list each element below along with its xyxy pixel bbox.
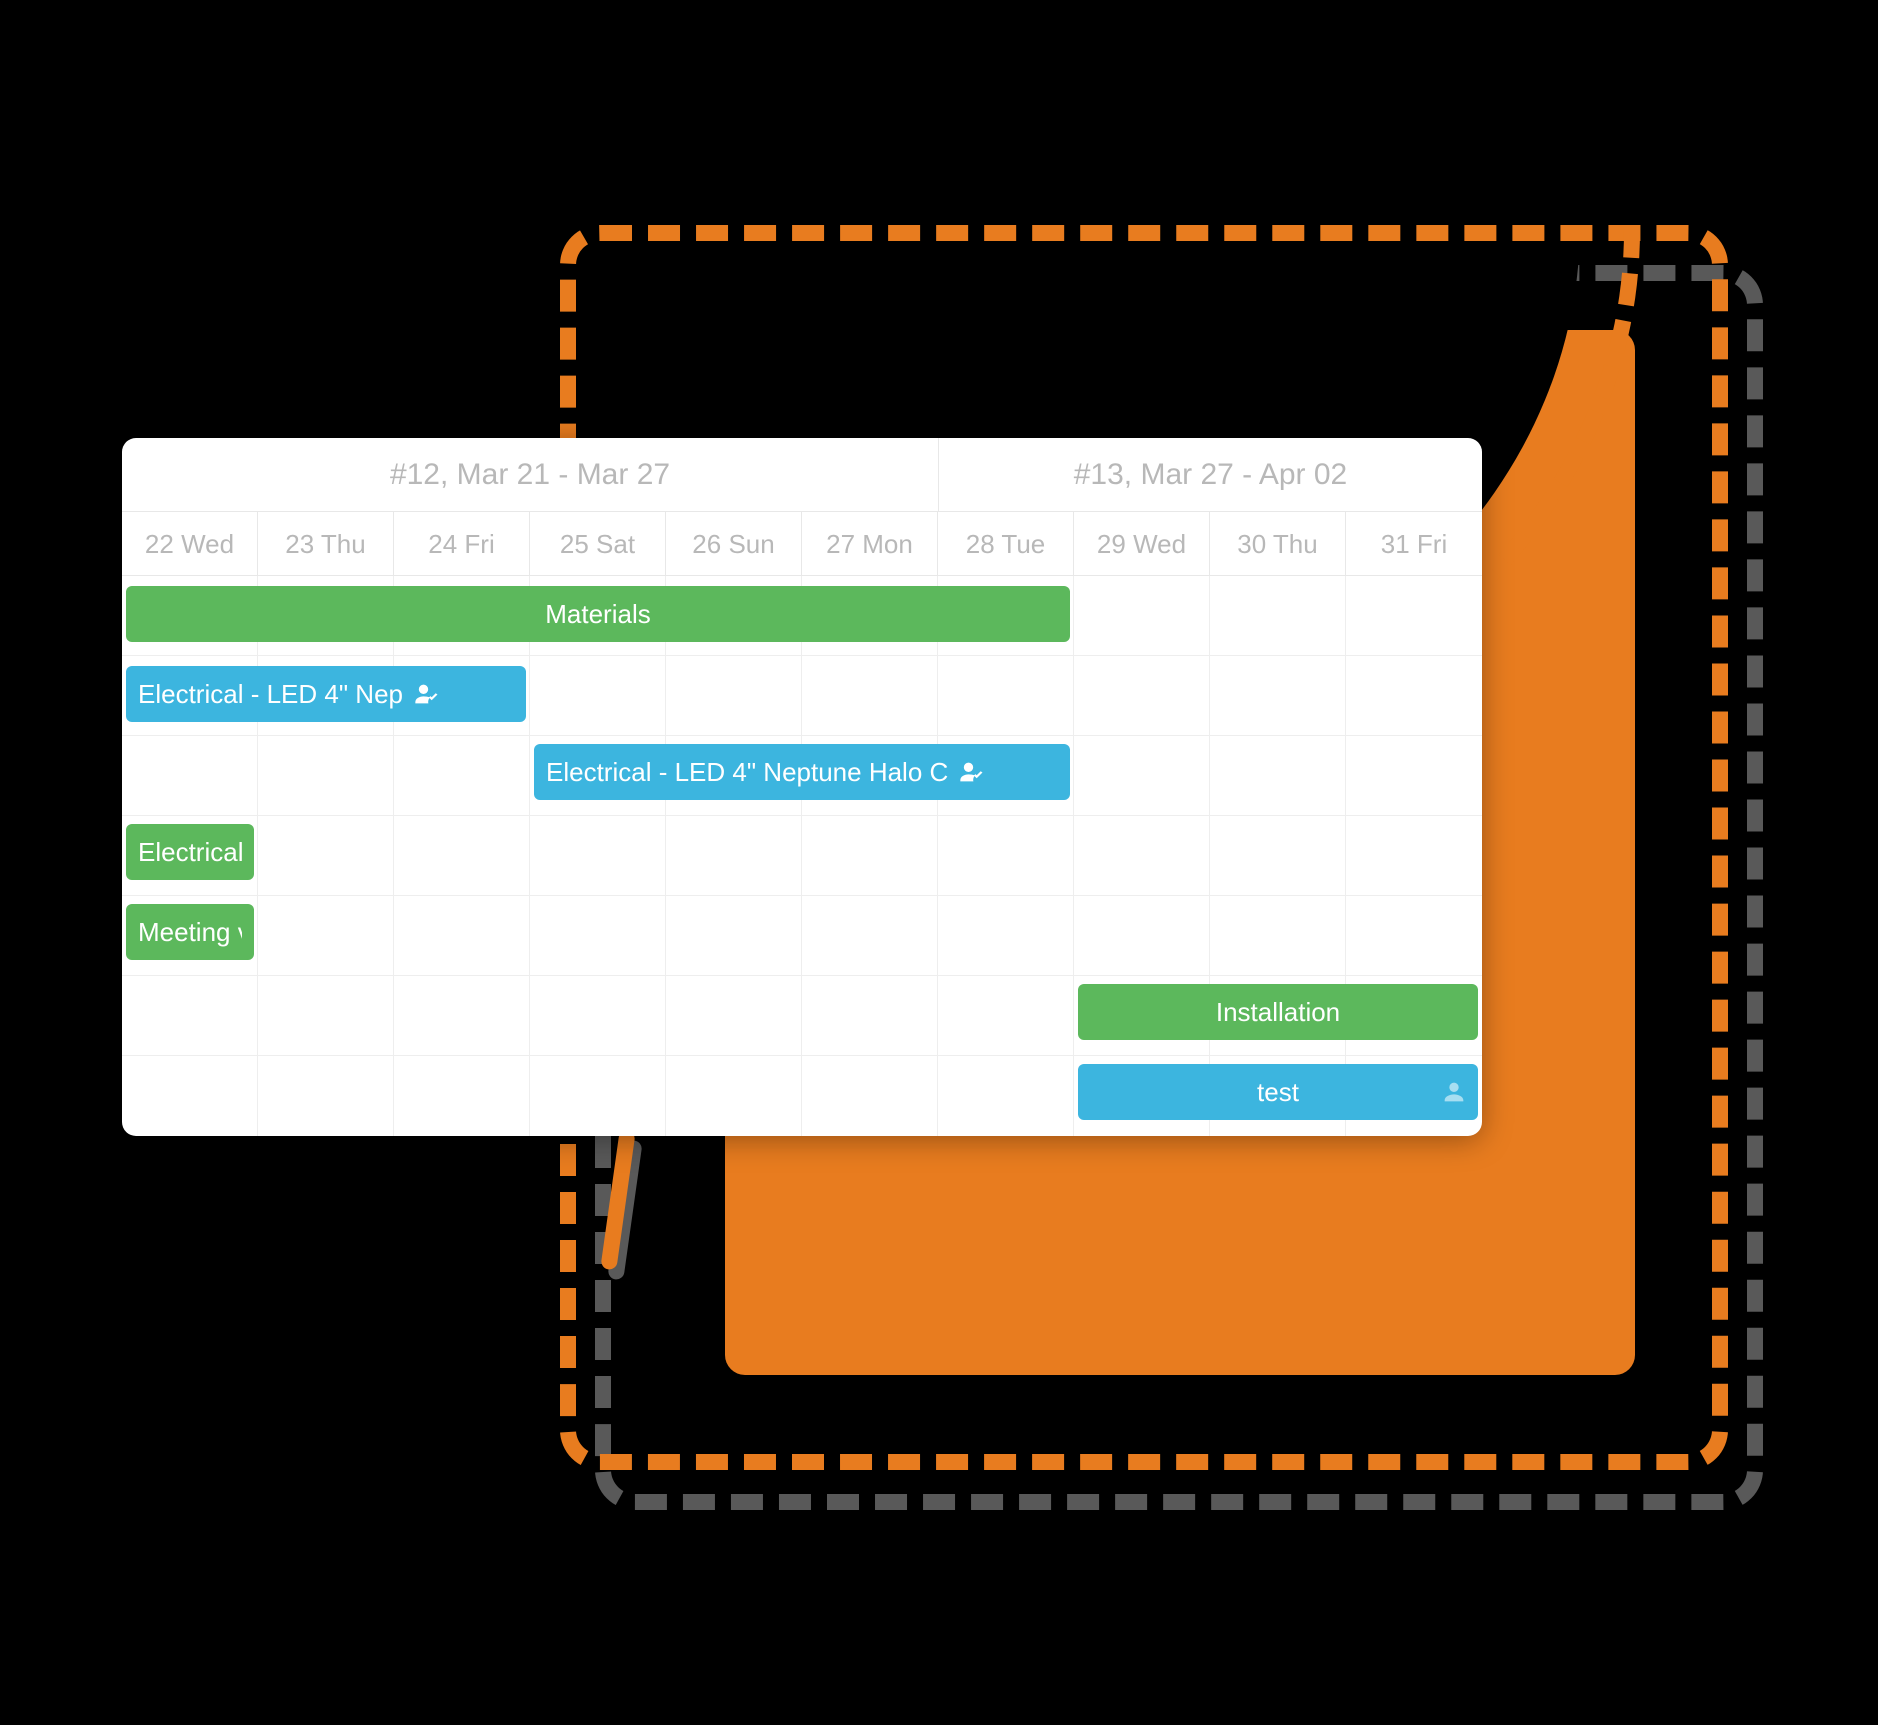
gantt-grid[interactable]: Materials Electrical - LED 4" Nep Electr… <box>122 576 1482 1136</box>
day-header: 22 Wed 23 Thu 24 Fri 25 Sat 26 Sun 27 Mo… <box>122 512 1482 576</box>
day-col-7[interactable]: 29 Wed <box>1074 512 1210 576</box>
user-icon <box>1440 1078 1468 1106</box>
day-col-9[interactable]: 31 Fri <box>1346 512 1482 576</box>
week-header: #12, Mar 21 - Mar 27 #13, Mar 27 - Apr 0… <box>122 438 1482 512</box>
gantt-bar-electrical-1[interactable]: Electrical - LED 4" Nep <box>126 666 526 722</box>
gantt-card: #12, Mar 21 - Mar 27 #13, Mar 27 - Apr 0… <box>122 438 1482 1136</box>
gantt-bar-label: test <box>1257 1064 1299 1120</box>
day-col-5[interactable]: 27 Mon <box>802 512 938 576</box>
user-check-icon <box>958 758 986 786</box>
gantt-bar-meeting[interactable]: Meeting v <box>126 904 254 960</box>
day-col-1[interactable]: 23 Thu <box>258 512 394 576</box>
gantt-bar-label: Installation <box>1216 984 1340 1040</box>
gantt-bar-installation[interactable]: Installation <box>1078 984 1478 1040</box>
gantt-bar-label: Electrical - LED 4" Neptune Halo C <box>546 744 948 800</box>
gantt-bar-materials[interactable]: Materials <box>126 586 1070 642</box>
gantt-bar-label: Electrical - LED 4" Nep <box>138 666 403 722</box>
gantt-bar-label: Electrical <box>138 824 242 880</box>
gantt-bar-test[interactable]: test <box>1078 1064 1478 1120</box>
day-col-2[interactable]: 24 Fri <box>394 512 530 576</box>
week-label-1[interactable]: #12, Mar 21 - Mar 27 <box>122 438 939 511</box>
week-label-2[interactable]: #13, Mar 27 - Apr 02 <box>939 438 1482 511</box>
user-check-icon <box>413 680 441 708</box>
gantt-bar-electrical-2[interactable]: Electrical - LED 4" Neptune Halo C <box>534 744 1070 800</box>
day-col-6[interactable]: 28 Tue <box>938 512 1074 576</box>
gantt-bar-label: Meeting v <box>138 904 242 960</box>
day-col-4[interactable]: 26 Sun <box>666 512 802 576</box>
gantt-bar-electrical-short[interactable]: Electrical <box>126 824 254 880</box>
gantt-bar-label: Materials <box>545 586 650 642</box>
day-col-3[interactable]: 25 Sat <box>530 512 666 576</box>
day-col-8[interactable]: 30 Thu <box>1210 512 1346 576</box>
day-col-0[interactable]: 22 Wed <box>122 512 258 576</box>
